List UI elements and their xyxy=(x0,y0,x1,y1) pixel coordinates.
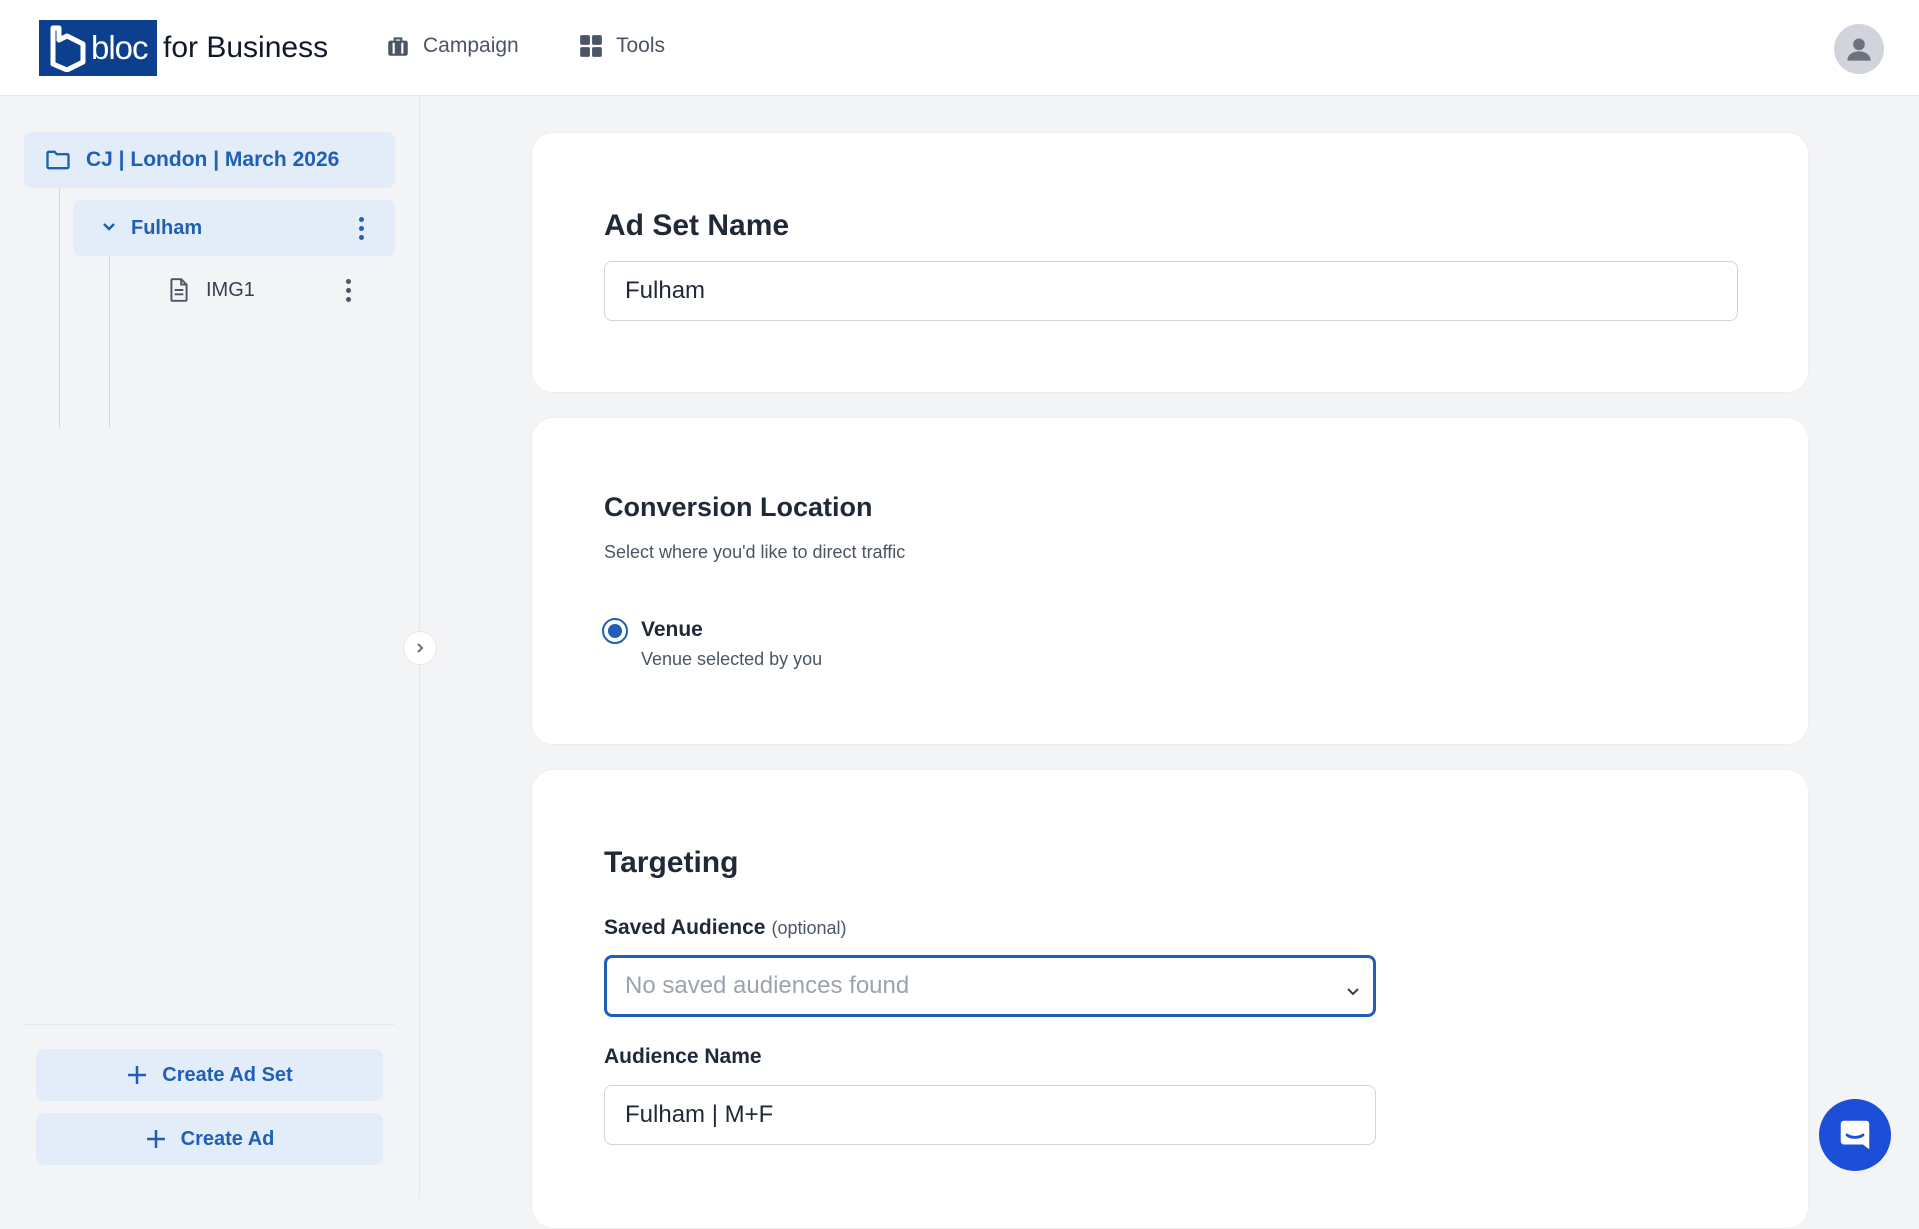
grid-icon xyxy=(580,35,602,57)
sidebar-divider xyxy=(24,1024,395,1025)
adset-more-options-icon[interactable] xyxy=(349,210,373,246)
targeting-card: Targeting Saved Audience (optional) No sa… xyxy=(531,769,1809,1229)
chevron-down-icon xyxy=(1345,978,1361,1006)
sidebar-collapse-toggle[interactable] xyxy=(403,631,437,665)
ad-set-name-card: Ad Set Name xyxy=(531,132,1809,393)
ad-set-name-title: Ad Set Name xyxy=(604,209,790,242)
chevron-down-icon[interactable] xyxy=(101,217,117,240)
campaign-label: CJ | London | March 2026 xyxy=(86,148,340,171)
tree-ad-item[interactable]: IMG1 xyxy=(150,264,395,316)
tree-guide-line xyxy=(59,188,60,428)
document-icon xyxy=(170,278,188,302)
logo-suffix: for Business xyxy=(163,31,329,64)
user-avatar[interactable] xyxy=(1834,24,1884,74)
support-chat-button[interactable] xyxy=(1819,1099,1891,1171)
audience-name-input[interactable] xyxy=(604,1085,1376,1145)
create-ad-button[interactable]: Create Ad xyxy=(36,1113,383,1165)
optional-hint: (optional) xyxy=(771,918,847,938)
create-ad-set-label: Create Ad Set xyxy=(162,1063,293,1086)
top-header: bloc for Business Campaign Tools xyxy=(0,0,1919,96)
nav-tools-label: Tools xyxy=(616,34,666,57)
plus-icon xyxy=(146,1130,165,1148)
folder-icon xyxy=(46,150,70,170)
radio-selected-dot xyxy=(608,624,622,638)
logo-wordmark: bloc xyxy=(91,29,149,66)
nav-tools[interactable]: Tools xyxy=(578,26,665,66)
chevron-right-icon xyxy=(417,643,424,653)
bloc-logo[interactable]: bloc for Business xyxy=(39,20,328,76)
saved-audience-placeholder: No saved audiences found xyxy=(625,972,910,999)
ad-more-options-icon[interactable] xyxy=(336,272,360,308)
ad-label: IMG1 xyxy=(206,278,255,301)
plus-icon xyxy=(128,1066,147,1084)
chat-bubble-icon xyxy=(1840,1120,1870,1150)
user-icon xyxy=(1847,38,1871,61)
saved-audience-label: Saved Audience (optional) xyxy=(604,916,847,940)
saved-audience-select[interactable]: No saved audiences found xyxy=(604,955,1376,1017)
saved-audience-label-text: Saved Audience xyxy=(604,916,766,939)
campaign-tree-sidebar: CJ | London | March 2026 Fulham IMG1 Cre… xyxy=(0,96,420,1199)
tree-guide-line xyxy=(109,256,110,428)
nav-campaign-label: Campaign xyxy=(423,34,519,57)
ad-set-name-input[interactable] xyxy=(604,261,1738,321)
venue-radio[interactable] xyxy=(602,618,628,644)
tree-campaign-item[interactable]: CJ | London | March 2026 xyxy=(24,132,395,188)
logo-badge: bloc xyxy=(39,20,157,76)
conversion-location-subtitle: Select where you'd like to direct traffi… xyxy=(604,542,906,562)
conversion-location-card: Conversion Location Select where you'd l… xyxy=(531,417,1809,745)
nav-campaign[interactable]: Campaign xyxy=(385,26,519,66)
venue-radio-description: Venue selected by you xyxy=(641,649,823,669)
targeting-title: Targeting xyxy=(604,846,739,879)
audience-name-label: Audience Name xyxy=(604,1045,762,1068)
briefcase-icon xyxy=(388,37,408,56)
create-ad-set-button[interactable]: Create Ad Set xyxy=(36,1049,383,1101)
create-ad-label: Create Ad xyxy=(180,1127,275,1150)
venue-radio-label[interactable]: Venue xyxy=(641,618,703,642)
tree-adset-item[interactable]: Fulham xyxy=(73,200,395,256)
hexagon-logo-icon xyxy=(50,25,86,72)
conversion-location-title: Conversion Location xyxy=(604,492,873,522)
adset-label: Fulham xyxy=(131,216,203,239)
